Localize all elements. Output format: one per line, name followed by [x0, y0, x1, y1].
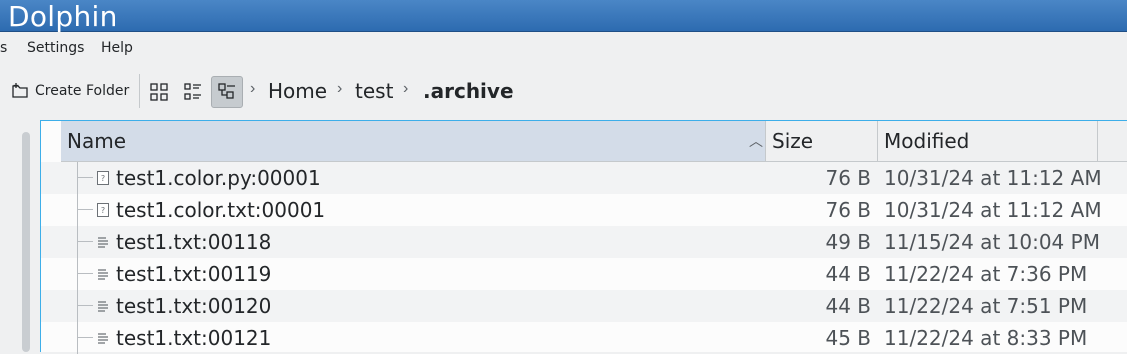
column-header-name[interactable]: Name [61, 121, 766, 161]
breadcrumb-separator-icon: › [403, 80, 409, 97]
tree-line [77, 258, 78, 290]
file-row[interactable]: test1.txt:00121 45 B 11/22/24 at 8:33 PM [41, 322, 1127, 354]
file-size: 44 B [825, 262, 871, 286]
file-name: test1.txt:00121 [116, 326, 272, 350]
tree-line [77, 194, 78, 226]
file-size: 49 B [825, 230, 871, 254]
icons-view-icon [150, 83, 168, 101]
tree-line [77, 209, 93, 210]
unknown-file-icon: ? [97, 203, 109, 217]
column-header-size[interactable]: Size [766, 121, 878, 161]
unknown-file-icon: ? [97, 171, 109, 185]
icons-view-button[interactable] [143, 76, 175, 108]
places-scrollbar[interactable] [22, 132, 30, 352]
file-size: 76 B [825, 166, 871, 190]
tree-line [77, 290, 78, 322]
file-row[interactable]: test1.txt:00120 44 B 11/22/24 at 7:51 PM [41, 290, 1127, 322]
tree-line [77, 177, 93, 178]
breadcrumb-separator-icon: › [337, 80, 343, 97]
create-folder-label: Create Folder [35, 83, 130, 99]
tree-line [77, 241, 93, 242]
tree-line [77, 162, 78, 194]
places-panel [0, 120, 40, 352]
compact-view-icon [184, 83, 201, 100]
create-folder-button[interactable]: Create Folder [11, 82, 129, 100]
tree-line [77, 322, 78, 354]
file-name: test1.txt:00119 [116, 262, 272, 286]
file-row[interactable]: test1.txt:00118 49 B 11/15/24 at 10:04 P… [41, 226, 1127, 258]
file-size: 45 B [825, 326, 871, 350]
svg-text:?: ? [101, 206, 105, 215]
svg-text:?: ? [101, 174, 105, 183]
tree-line [77, 273, 93, 274]
tree-line [77, 337, 93, 338]
file-name: test1.color.py:00001 [116, 166, 321, 190]
menu-item-help[interactable]: Help [101, 40, 133, 56]
tree-line [77, 226, 78, 258]
compact-view-button[interactable] [177, 76, 209, 108]
new-folder-icon [12, 83, 28, 98]
tree-line [77, 305, 93, 306]
file-row[interactable]: ? test1.color.txt:00001 76 B 10/31/24 at… [41, 194, 1127, 226]
file-modified: 11/22/24 at 7:51 PM [884, 294, 1088, 318]
file-modified: 11/22/24 at 8:33 PM [884, 326, 1088, 350]
text-file-icon [98, 333, 108, 344]
breadcrumb-separator-icon: › [250, 80, 256, 97]
toolbar: Create Folder › Home › test › .archive [0, 63, 1127, 120]
file-size: 76 B [825, 198, 871, 222]
file-size: 44 B [825, 294, 871, 318]
toolbar-separator [139, 74, 140, 108]
title-bar[interactable]: Dolphin [0, 0, 1127, 33]
sort-ascending-icon: ︿ [749, 133, 763, 149]
column-header-modified[interactable]: Modified [878, 121, 1098, 161]
text-file-icon [98, 301, 108, 312]
file-name: test1.txt:00120 [116, 294, 272, 318]
file-row[interactable]: test1.txt:00119 44 B 11/22/24 at 7:36 PM [41, 258, 1127, 290]
window-title: Dolphin [8, 0, 118, 33]
text-file-icon [98, 269, 108, 280]
breadcrumb-archive[interactable]: .archive [423, 79, 514, 103]
text-file-icon [98, 237, 108, 248]
file-modified: 10/31/24 at 11:12 AM [884, 166, 1102, 190]
details-view-button[interactable] [211, 76, 243, 108]
file-view[interactable]: Name ︿ Size Modified ? test1.color.py:00… [40, 120, 1127, 354]
file-list: ? test1.color.py:00001 76 B 10/31/24 at … [41, 162, 1127, 354]
column-modified-label: Modified [884, 129, 970, 153]
menu-bar: s Settings Help [0, 33, 1127, 63]
file-modified: 10/31/24 at 11:12 AM [884, 198, 1102, 222]
file-modified: 11/22/24 at 7:36 PM [884, 262, 1088, 286]
file-name: test1.color.txt:00001 [116, 198, 326, 222]
menu-item-settings[interactable]: Settings [27, 40, 84, 56]
breadcrumb-test[interactable]: test [355, 79, 393, 103]
column-name-label: Name [67, 129, 127, 153]
menu-item-partial[interactable]: s [0, 40, 7, 56]
breadcrumb-home[interactable]: Home [268, 79, 327, 103]
file-modified: 11/15/24 at 10:04 PM [884, 230, 1100, 254]
file-row[interactable]: ? test1.color.py:00001 76 B 10/31/24 at … [41, 162, 1127, 194]
column-header: Name ︿ Size Modified [61, 121, 1127, 162]
column-size-label: Size [772, 129, 814, 153]
details-view-icon [218, 83, 235, 99]
file-name: test1.txt:00118 [116, 230, 272, 254]
